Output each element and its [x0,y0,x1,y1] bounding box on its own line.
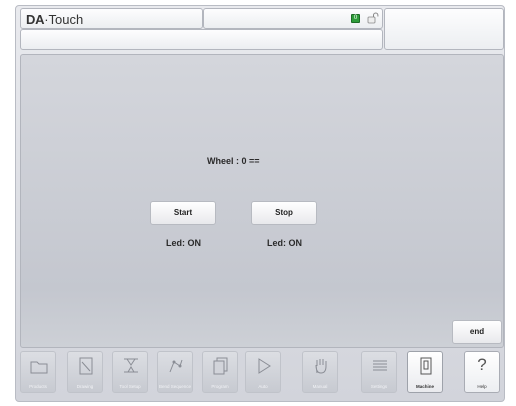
tab-manual[interactable]: Manual [302,351,338,393]
wheel-readout: Wheel : 0 == [207,156,260,166]
tab-label: Help [477,384,487,389]
main-panel: Wheel : 0 == Start Stop Led: ON Led: ON … [20,54,504,348]
stop-led-status: Led: ON [267,238,302,248]
play-icon [258,358,271,374]
tab-settings[interactable]: Settings [361,351,397,393]
tab-machine[interactable]: Machine [407,351,443,393]
tab-label: Tool Setup [119,384,141,389]
bend-sequence-icon [169,359,183,373]
tab-label: Program [211,384,229,389]
title-bar: DA·Touch [20,8,203,29]
tab-label: Auto [258,384,268,389]
start-button[interactable]: Start [150,201,216,225]
brand-logo: DA·Touch [26,12,84,27]
end-button[interactable]: end [452,320,502,344]
tab-program[interactable]: Program [202,351,238,393]
tab-drawing[interactable]: Drawing [67,351,103,393]
tab-help[interactable]: ? Help [464,351,500,393]
start-led-status: Led: ON [166,238,201,248]
status-bar: 0 [203,8,383,29]
tab-label: Machine [415,384,434,389]
tab-bend-sequence[interactable]: Bend Sequence [157,351,193,393]
tab-label: Products [29,384,47,389]
bottom-tab-bar: Products Drawing Tool Setup Bend Sequenc… [20,351,504,399]
program-icon [213,357,228,375]
tool-setup-icon [124,358,138,373]
tab-products[interactable]: Products [20,351,56,393]
tab-label: Drawing [76,384,94,389]
tab-label: Settings [370,384,388,389]
tab-label: Manual [312,384,328,389]
message-bar [20,29,383,50]
machine-icon [420,357,432,375]
tab-label: Bend Sequence [158,384,192,389]
tab-tool-setup[interactable]: Tool Setup [112,351,148,393]
tab-auto[interactable]: Auto [245,351,281,393]
settings-icon [373,360,387,371]
folder-icon [30,361,48,374]
drawing-icon [79,357,93,375]
stop-button[interactable]: Stop [251,201,317,225]
header-right-panel [384,8,504,50]
status-led-icon: 0 [351,14,360,23]
hand-icon [315,359,327,374]
help-icon: ? [477,355,487,374]
unlocked-icon[interactable] [367,12,379,24]
